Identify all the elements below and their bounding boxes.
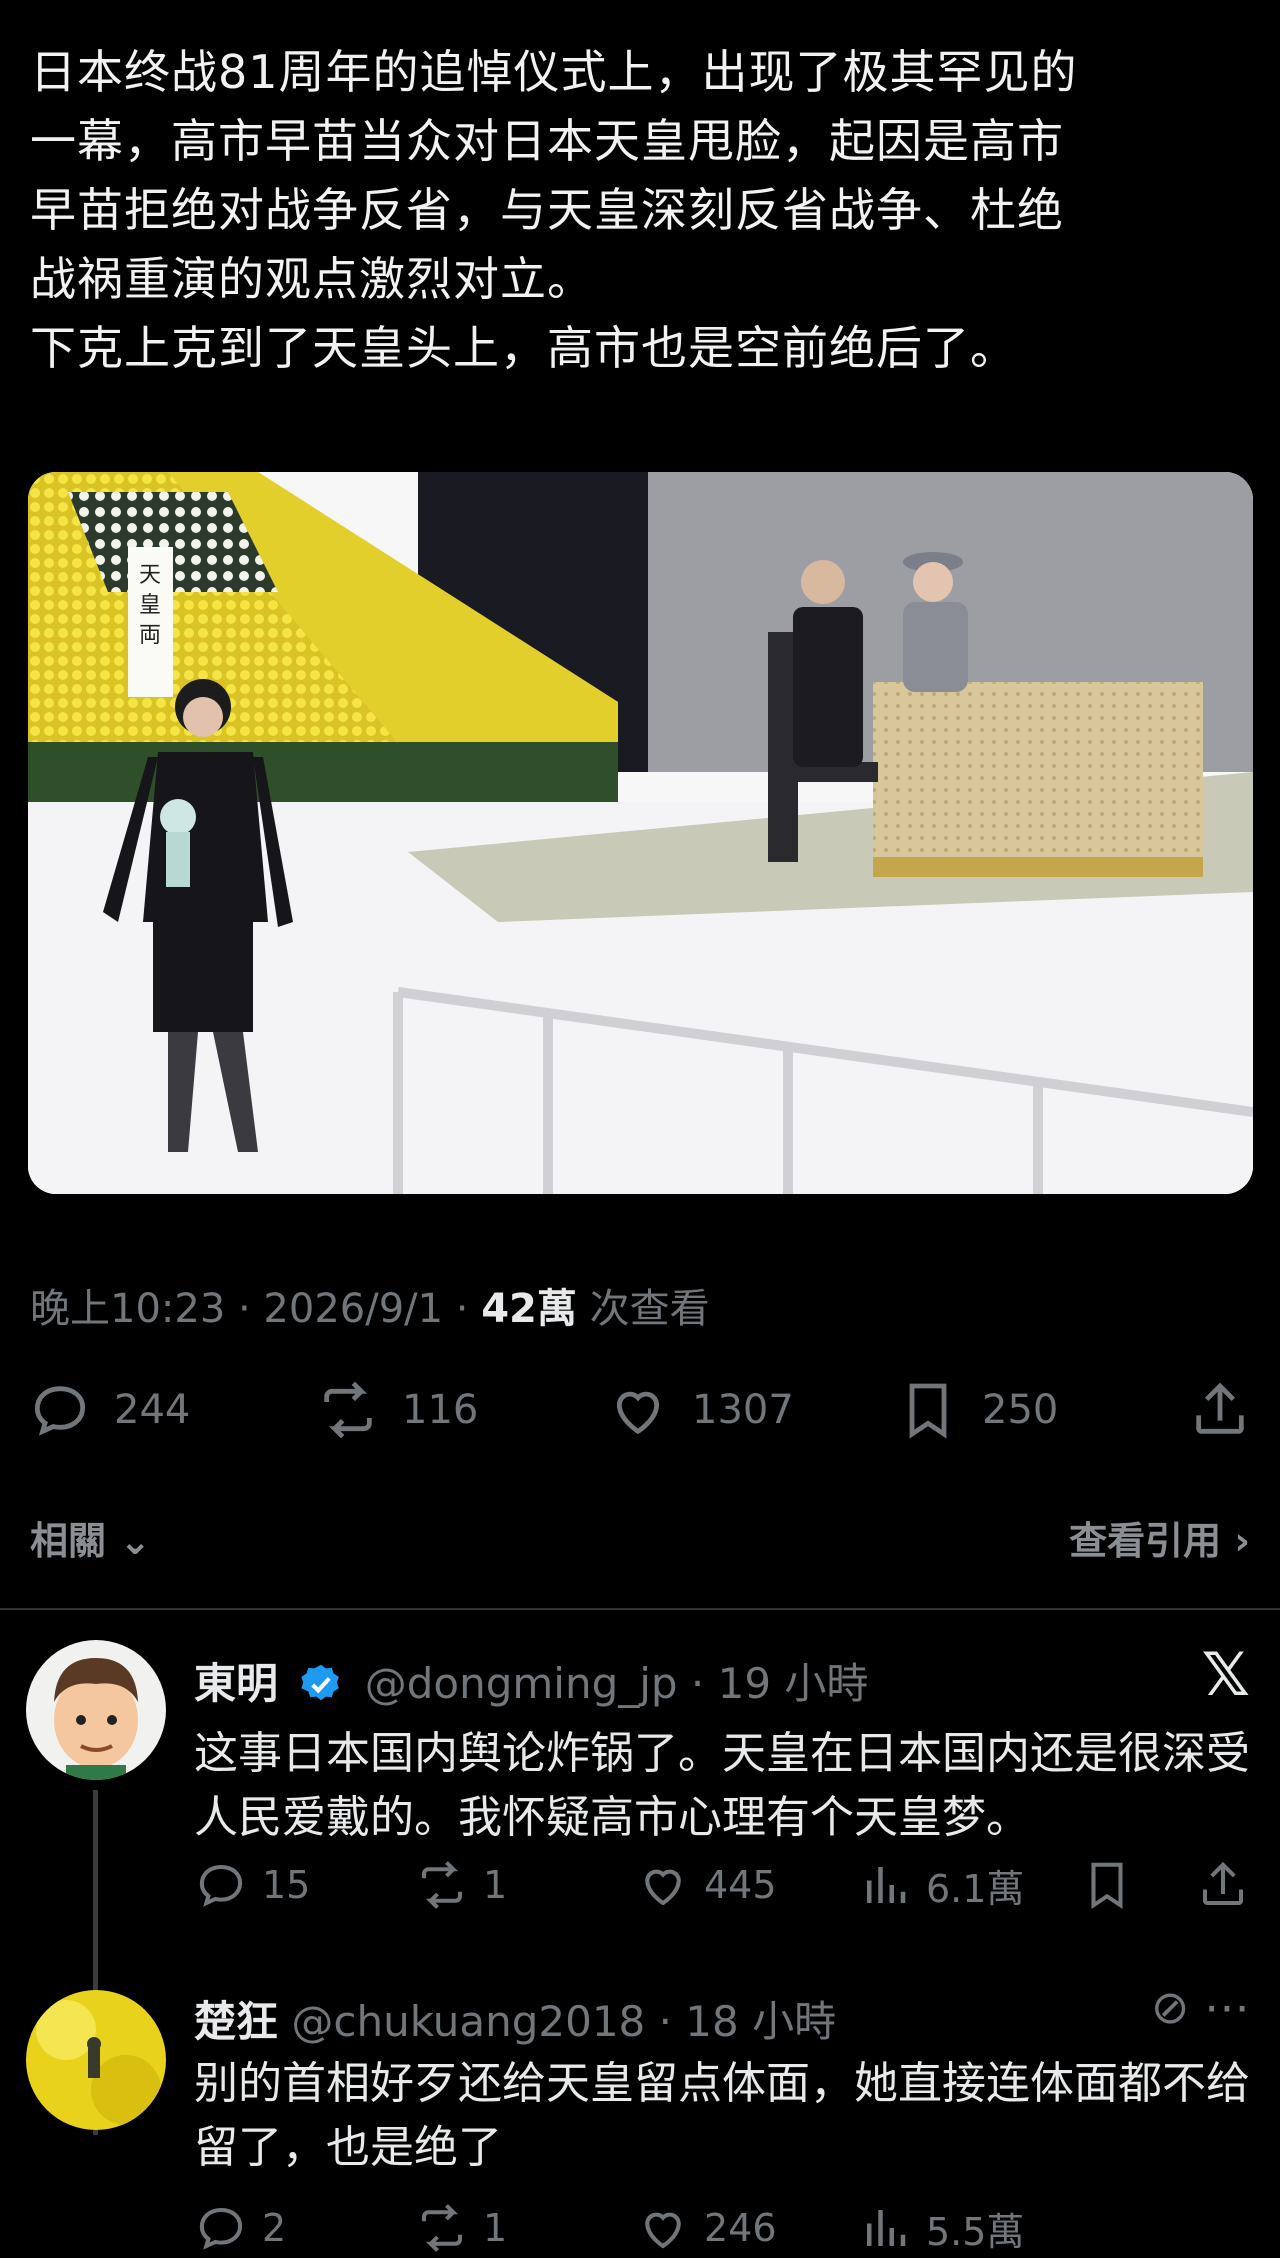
- views-count: 6.1萬: [926, 1866, 1025, 1911]
- heart-icon: [616, 1391, 660, 1435]
- share-button[interactable]: [1188, 1380, 1274, 1440]
- post-text-line: 一幕，高市早苗当众对日本天皇甩脸，起因是高市: [30, 114, 1064, 168]
- reply-text: 别的首相好歹还给天皇留点体面，她直接连体面都不给留了，也是绝了: [194, 2058, 1250, 2173]
- heart-icon: [645, 1869, 681, 1906]
- bookmark-button[interactable]: 250: [896, 1380, 1058, 1440]
- post-text: 日本终战81周年的追悼仪式上，出现了极其罕见的 一幕，高市早苗当众对日本天皇甩脸…: [30, 38, 1250, 383]
- verified-badge-icon: [301, 1664, 340, 1701]
- like-count: 1307: [692, 1387, 794, 1433]
- post-image[interactable]: 天 皇 両: [28, 472, 1253, 1194]
- post-text-line: 下克上克到了天皇头上，高市也是空前绝后了。: [30, 321, 1017, 375]
- repost-icon: [324, 1381, 372, 1439]
- reply-header: 東明 @dongming_jp · 19 小時: [194, 1650, 868, 1711]
- bookmark-count: 250: [982, 1387, 1059, 1433]
- reply-action-bar: 15 1 445 6.1萬: [0, 1855, 1280, 1915]
- display-name[interactable]: 東明: [194, 1659, 278, 1708]
- reply-count: 2: [262, 2206, 287, 2250]
- reply-header: 楚狂 @chukuang2018 · 18 小時: [194, 1988, 836, 2049]
- related-toggle[interactable]: 相關 ⌄: [30, 1510, 151, 1565]
- views-label: 次查看: [576, 1286, 710, 1332]
- repost-button[interactable]: 1: [415, 2198, 507, 2258]
- reply-button[interactable]: 244: [28, 1380, 190, 1440]
- reply-menu: ⊘ ⋯: [1151, 1980, 1250, 2034]
- reply-count: 15: [262, 1863, 311, 1907]
- handle-and-time: @dongming_jp · 19 小時: [364, 1659, 869, 1708]
- views-icon: [867, 1867, 906, 1903]
- share-icon: [1202, 1861, 1244, 1906]
- view-quotes-link[interactable]: 查看引用 ›: [1069, 1510, 1250, 1565]
- post-text-line: 早苗拒绝对战争反省，与天皇深刻反省战争、杜绝: [30, 183, 1064, 237]
- reply-button[interactable]: 15: [194, 1855, 310, 1915]
- x-logo-icon: 𝕏: [1201, 1640, 1250, 1710]
- ceremony-photo: 天 皇 両: [28, 472, 1253, 1194]
- like-button[interactable]: 246: [636, 2198, 777, 2258]
- share-icon: [1196, 1382, 1244, 1434]
- views-button[interactable]: 6.1萬: [858, 1855, 1024, 1915]
- post-text-line: 战祸重演的观点激烈对立。: [30, 252, 594, 306]
- views-count: 42萬: [481, 1286, 577, 1332]
- more-icon[interactable]: ⋯: [1204, 1980, 1250, 2034]
- repost-count: 1: [483, 1863, 508, 1907]
- reply-count: 244: [114, 1387, 191, 1433]
- avatar[interactable]: [26, 1640, 166, 1780]
- cartoon-avatar-icon: [26, 1640, 166, 1780]
- field-avatar-icon: [26, 1990, 166, 2130]
- grok-icon[interactable]: ⊘: [1151, 1980, 1190, 2034]
- reply-icon: [34, 1386, 86, 1436]
- svg-text:皇: 皇: [139, 593, 161, 618]
- like-button[interactable]: 1307: [606, 1380, 794, 1440]
- bookmark-icon: [1091, 1862, 1123, 1910]
- views-icon: [867, 2210, 906, 2246]
- view-quotes-label: 查看引用: [1069, 1519, 1222, 1563]
- views-button[interactable]: 5.5萬: [858, 2198, 1024, 2258]
- reply-button[interactable]: 2: [194, 2198, 286, 2258]
- heart-icon: [645, 2212, 681, 2249]
- post-text-line: 日本终战81周年的追悼仪式上，出现了极其罕见的: [30, 45, 1078, 99]
- handle-and-time: @chukuang2018 · 18 小時: [291, 1997, 837, 2046]
- bookmark-icon: [909, 1383, 947, 1439]
- views-count: 5.5萬: [926, 2209, 1025, 2254]
- reply-action-bar: 2 1 246 5.5萬: [0, 2198, 1280, 2258]
- sign-text: 天: [139, 563, 161, 588]
- svg-text:両: 両: [139, 623, 161, 648]
- display-name[interactable]: 楚狂: [194, 1997, 278, 2046]
- post-meta: 晚上10:23 · 2026/9/1 · 42萬 次查看: [30, 1276, 710, 1334]
- repost-button[interactable]: 116: [316, 1380, 478, 1440]
- like-count: 246: [704, 2206, 777, 2250]
- like-button[interactable]: 445: [636, 1855, 777, 1915]
- bookmark-button[interactable]: [1080, 1855, 1148, 1915]
- chevron-right-icon: ›: [1234, 1519, 1250, 1563]
- related-label: 相關: [30, 1519, 107, 1563]
- reply-icon: [199, 2207, 243, 2250]
- post-action-bar: 244 116 1307 250: [0, 1380, 1280, 1440]
- post-timestamp: 晚上10:23 · 2026/9/1 ·: [30, 1286, 482, 1332]
- repost-button[interactable]: 1: [415, 1855, 507, 1915]
- like-count: 445: [704, 1863, 777, 1907]
- repost-icon: [421, 1861, 463, 1909]
- avatar[interactable]: [26, 1990, 166, 2130]
- divider: [0, 1608, 1280, 1610]
- repost-count: 1: [483, 2206, 508, 2250]
- repost-count: 116: [402, 1387, 479, 1433]
- reply-icon: [199, 1864, 243, 1907]
- chevron-down-icon: ⌄: [119, 1519, 152, 1563]
- share-button[interactable]: [1196, 1855, 1264, 1915]
- reply-text: 这事日本国内舆论炸锅了。天皇在日本国内还是很深受人民爱戴的。我怀疑高市心理有个天…: [194, 1728, 1250, 1843]
- repost-icon: [421, 2204, 463, 2252]
